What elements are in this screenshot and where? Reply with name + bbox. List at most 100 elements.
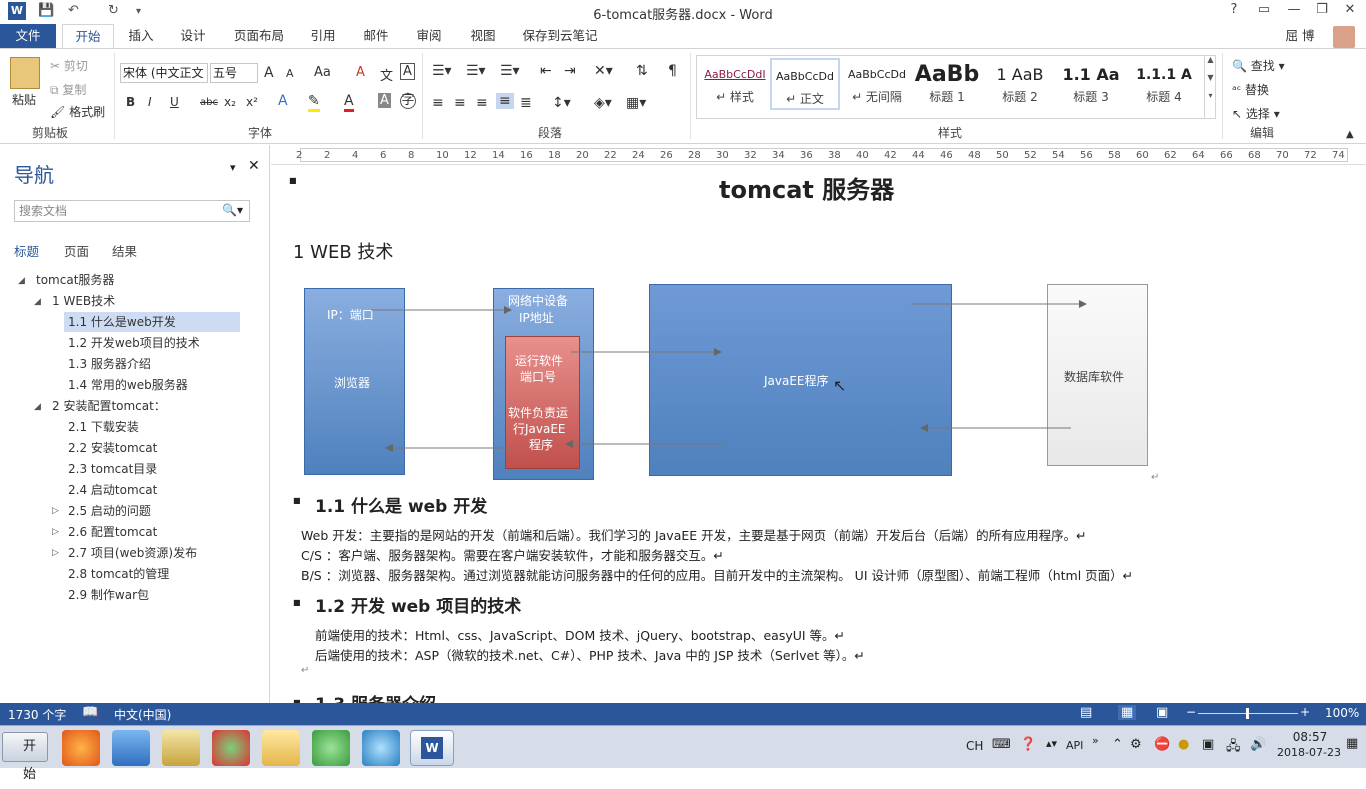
nav-tree-item[interactable]: tomcat服务器 (36, 270, 236, 290)
nav-tree-item[interactable]: 1.3 服务器介绍 (68, 354, 238, 374)
change-case-icon[interactable]: Aa (314, 65, 331, 80)
tab-home[interactable]: 开始 (62, 24, 114, 49)
nav-tree-item[interactable]: 2.6 配置tomcat (68, 522, 238, 542)
char-border-icon[interactable]: A (400, 63, 415, 80)
align-right-icon[interactable]: ≡ (476, 95, 488, 111)
tab-layout[interactable]: 页面布局 (228, 24, 290, 48)
collapse-ribbon-icon[interactable]: ▲ (1346, 129, 1354, 140)
style-item[interactable]: 1 AaB 标题 2 (986, 58, 1054, 110)
api-indicator[interactable]: API (1066, 739, 1083, 752)
style-item[interactable]: AaBbCcDd ↵ 无间隔 (842, 58, 912, 110)
align-center-icon[interactable]: ≡ (454, 95, 466, 111)
clock-date[interactable]: 2018-07-23 (1276, 746, 1342, 759)
paste-button[interactable]: 粘贴 (12, 91, 36, 108)
distributed-icon[interactable]: ≣ (520, 95, 532, 111)
folder-icon[interactable] (262, 730, 300, 766)
clear-format-icon[interactable]: A (356, 65, 365, 80)
font-color-icon[interactable]: A (344, 93, 354, 112)
nav-tree-item[interactable]: 1 WEB技术 (52, 291, 242, 311)
proofing-icon[interactable]: 📖 (82, 705, 98, 720)
nav-tree-item[interactable]: 2.4 启动tomcat (68, 480, 238, 500)
nav-tree-item[interactable]: 2.1 下载安装 (68, 417, 238, 437)
style-item-normal[interactable]: AaBbCcDd ↵ 正文 (770, 58, 840, 110)
replace-button[interactable]: ᵃᶜ 替换 (1232, 81, 1269, 98)
clock-time[interactable]: 08:57 (1282, 730, 1338, 744)
collapse-icon[interactable]: ◢ (18, 276, 25, 286)
nav-tree-item[interactable]: 2.2 安装tomcat (68, 438, 238, 458)
search-icon[interactable]: 🔍▾ (222, 203, 243, 217)
zoom-level[interactable]: 100% (1325, 706, 1359, 720)
nav-tree-item[interactable]: 1.4 常用的web服务器 (68, 375, 238, 395)
superscript-button[interactable]: x² (246, 95, 258, 109)
grow-font-icon[interactable]: A (264, 65, 274, 81)
underline-button[interactable]: U (170, 95, 179, 109)
close-icon[interactable]: ✕ (248, 158, 260, 174)
nav-tree-item[interactable]: 2.7 项目(web资源)发布 (68, 543, 238, 563)
language-status[interactable]: 中文(中国) (114, 706, 171, 723)
help-icon[interactable]: ❓ (1020, 737, 1036, 752)
word-taskbar-icon[interactable]: W (410, 730, 454, 766)
asian-layout-icon[interactable]: ✕▾ (594, 63, 613, 79)
sort-icon[interactable]: ⇅ (636, 63, 648, 79)
char-shading-icon[interactable]: A (378, 93, 391, 108)
enclose-char-icon[interactable]: 字 (400, 93, 416, 109)
volume-icon[interactable]: 🔊 (1250, 737, 1266, 752)
tray-icon[interactable]: ▣ (1202, 737, 1214, 752)
ribbon-display-icon[interactable]: ▭ (1252, 2, 1276, 20)
justify-icon[interactable]: ≡ (496, 93, 514, 109)
style-item[interactable]: AaBb 标题 1 (914, 58, 980, 110)
nav-tree-item[interactable]: 2.9 制作war包 (68, 585, 238, 605)
bold-button[interactable]: B (126, 95, 135, 109)
app-icon[interactable] (112, 730, 150, 766)
tray-arrow-icon[interactable]: ▴▾ (1046, 737, 1057, 750)
collapse-icon[interactable]: ◢ (34, 297, 41, 307)
show-hidden-icon[interactable]: ⌃ (1112, 737, 1123, 752)
tray-icon[interactable]: ● (1178, 737, 1189, 752)
nav-options-icon[interactable]: ▾ (230, 161, 236, 174)
tab-references[interactable]: 引用 (304, 24, 342, 48)
document-canvas[interactable]: ■ tomcat 服务器 1 WEB 技术 IP：端口 浏览器 网络中设备 IP… (271, 166, 1366, 703)
network-icon[interactable]: 🖧 (1226, 737, 1241, 759)
multilevel-list-icon[interactable]: ☰▾ (500, 63, 520, 79)
increase-indent-icon[interactable]: ⇥ (564, 63, 576, 79)
minimize-button[interactable]: — (1282, 2, 1306, 20)
select-button[interactable]: ↖ 选择 ▾ (1232, 105, 1280, 122)
tab-insert[interactable]: 插入 (122, 24, 160, 48)
decrease-indent-icon[interactable]: ⇤ (540, 63, 552, 79)
nav-tree-item[interactable]: 1.2 开发web项目的技术 (68, 333, 238, 353)
nav-tree-item[interactable]: 2.5 启动的问题 (68, 501, 238, 521)
shrink-font-icon[interactable]: A (286, 67, 294, 80)
nav-tree-item[interactable]: 2 安装配置tomcat： (52, 396, 242, 416)
nav-tree-item[interactable]: 2.8 tomcat的管理 (68, 564, 238, 584)
tray-icon[interactable]: ⚙ (1130, 737, 1142, 752)
style-item[interactable]: 1.1 Aa 标题 3 (1058, 58, 1124, 110)
tab-mailings[interactable]: 邮件 (357, 24, 395, 48)
italic-button[interactable]: I (148, 95, 152, 109)
collapse-icon[interactable]: ◢ (34, 402, 41, 412)
tab-design[interactable]: 设计 (174, 24, 212, 48)
tab-results[interactable]: 结果 (112, 241, 137, 260)
text-effects-icon[interactable]: A (278, 93, 288, 109)
bullets-icon[interactable]: ☰▾ (432, 63, 452, 79)
expand-icon[interactable]: ▷ (52, 527, 59, 537)
font-name-combo[interactable]: 宋体 (中文正文 (120, 63, 208, 83)
tab-view[interactable]: 视图 (464, 24, 502, 48)
ime-indicator[interactable]: CH (966, 739, 983, 753)
font-size-combo[interactable]: 五号 (210, 63, 258, 83)
spring-icon[interactable] (312, 730, 350, 766)
nav-tree-item-selected[interactable]: 1.1 什么是web开发 (64, 312, 240, 332)
expand-tray-icon[interactable]: » (1092, 734, 1099, 747)
read-mode-icon[interactable]: ▤ (1080, 705, 1092, 720)
numbering-icon[interactable]: ☰▾ (466, 63, 486, 79)
start-button[interactable]: 开始 (2, 732, 48, 782)
shading-icon[interactable]: ◈▾ (594, 95, 612, 111)
tab-headings[interactable]: 标题 (14, 241, 39, 260)
user-name[interactable]: 屈 博 (1280, 24, 1320, 48)
zoom-out-button[interactable]: − (1186, 705, 1196, 719)
restore-button[interactable]: ❐ (1310, 2, 1334, 20)
strikethrough-button[interactable]: abc (200, 97, 218, 108)
notepad-icon[interactable] (162, 730, 200, 766)
word-count[interactable]: 1730 个字 (8, 706, 66, 723)
web-layout-icon[interactable]: ▣ (1156, 705, 1168, 720)
show-marks-icon[interactable]: ¶ (668, 63, 677, 79)
